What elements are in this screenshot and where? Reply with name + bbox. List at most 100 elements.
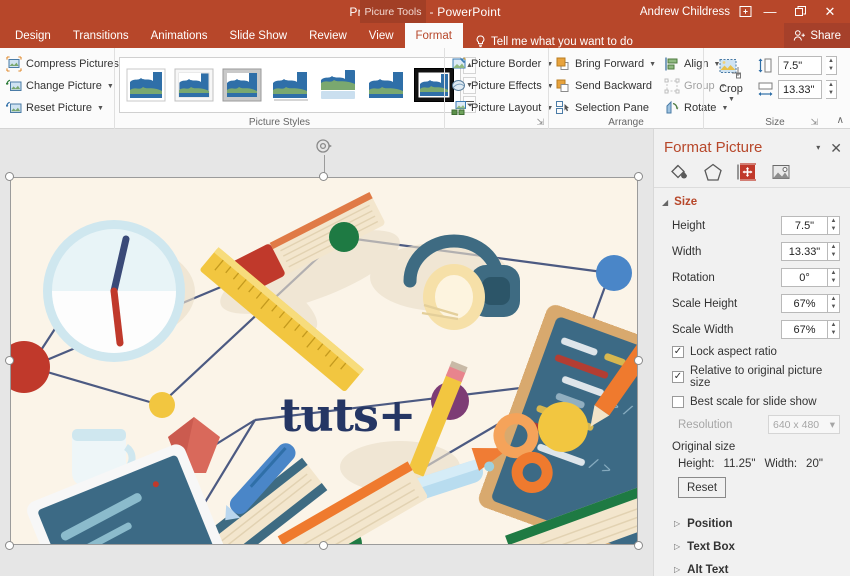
resize-handle-bottom-left[interactable] [5, 541, 14, 550]
best-scale-slideshow-checkbox[interactable] [672, 396, 684, 408]
resize-handle-bottom-right[interactable] [634, 541, 643, 550]
shape-width-input[interactable]: 13.33" [778, 80, 822, 99]
size-section-header[interactable]: ◢ Size [662, 196, 840, 208]
width-stepper[interactable]: ▲▼ [828, 242, 840, 261]
pane-options-dropdown[interactable]: ▾ [816, 143, 820, 152]
tab-design[interactable]: Design [4, 23, 62, 48]
resize-handle-top-center[interactable] [319, 172, 328, 181]
selected-picture-frame[interactable]: >/ /> [10, 177, 638, 545]
compress-pictures-button[interactable]: Compress Pictures [4, 54, 110, 74]
send-backward-label: Send Backward [575, 80, 652, 92]
picture-style-thumb[interactable] [172, 62, 216, 108]
share-person-icon [793, 29, 806, 42]
slide-canvas[interactable]: >/ /> [0, 129, 653, 576]
height-stepper[interactable]: ▲▼ [828, 216, 840, 235]
scale-width-input[interactable]: 67% [781, 320, 828, 339]
collapse-ribbon-button[interactable]: ∧ [837, 115, 844, 126]
text-box-section-header[interactable]: ▷ Text Box [662, 535, 840, 558]
original-width-value: 20" [806, 458, 823, 470]
picture-style-thumb[interactable] [364, 62, 408, 108]
lock-aspect-ratio-checkbox[interactable]: ✓ [672, 346, 684, 358]
ribbon-group-adjust: Compress Pictures Change Picture ▼ Reset… [0, 48, 114, 129]
scale-height-stepper[interactable]: ▲▼ [828, 294, 840, 313]
pane-title: Format Picture [664, 139, 816, 156]
user-account-name[interactable]: Andrew Childress [640, 6, 730, 18]
tab-review[interactable]: Review [298, 23, 358, 48]
chevron-down-icon[interactable]: ▼ [649, 61, 656, 68]
scale-height-input[interactable]: 67% [781, 294, 828, 313]
tab-format[interactable]: Format [405, 23, 463, 48]
height-field-row: Height 7.5" ▲▼ [662, 216, 840, 235]
picture-style-thumb[interactable] [124, 62, 168, 108]
chevron-down-icon[interactable]: ▼ [728, 96, 735, 103]
position-section-header[interactable]: ▷ Position [662, 512, 840, 535]
size-dialog-launcher[interactable]: ⇲ [810, 117, 818, 128]
group-icon [664, 78, 680, 94]
resolution-row: Resolution 640 x 480 ▾ [662, 415, 840, 434]
width-input[interactable]: 13.33" [781, 242, 828, 261]
picture-style-thumb[interactable] [268, 62, 312, 108]
picture-styles-dialog-launcher[interactable]: ⇲ [536, 117, 544, 128]
picture-style-thumb[interactable] [220, 62, 264, 108]
scale-width-stepper[interactable]: ▲▼ [828, 320, 840, 339]
shape-height-stepper[interactable]: ▲▼ [826, 56, 837, 75]
pane-close-button[interactable]: ✕ [830, 142, 842, 154]
send-backward-button[interactable]: Send Backward [553, 76, 660, 96]
relative-original-size-label: Relative to original picture size [690, 365, 840, 389]
share-button[interactable]: Share [784, 23, 850, 48]
text-box-section-title: Text Box [687, 541, 735, 553]
lock-aspect-ratio-row[interactable]: ✓ Lock aspect ratio [662, 346, 840, 358]
rotation-input[interactable]: 0° [781, 268, 828, 287]
bring-forward-button[interactable]: Bring Forward ▼ [553, 54, 660, 74]
chevron-down-icon[interactable]: ▼ [97, 105, 104, 112]
reset-picture-button[interactable]: Reset Picture ▼ [4, 98, 110, 118]
picture-styles-gallery[interactable] [119, 57, 461, 113]
slide-picture[interactable]: >/ /> [10, 177, 638, 545]
resize-handle-bottom-center[interactable] [319, 541, 328, 550]
relative-original-size-checkbox[interactable]: ✓ [672, 371, 684, 383]
shape-height-icon [757, 57, 774, 74]
height-input[interactable]: 7.5" [781, 216, 828, 235]
picture-effects-button[interactable]: Picture Effects ▼ [449, 76, 544, 96]
resize-handle-middle-left[interactable] [5, 356, 14, 365]
tab-transitions[interactable]: Transitions [62, 23, 140, 48]
alt-text-section-header[interactable]: ▷ Alt Text [662, 558, 840, 576]
tab-view[interactable]: View [358, 23, 405, 48]
picture-layout-button[interactable]: Picture Layout ▼ [449, 98, 544, 118]
close-button[interactable]: ✕ [816, 0, 844, 23]
shape-width-stepper[interactable]: ▲▼ [826, 80, 837, 99]
resize-handle-middle-right[interactable] [634, 356, 643, 365]
resize-handle-top-left[interactable] [5, 172, 14, 181]
change-picture-button[interactable]: Change Picture ▼ [4, 76, 110, 96]
original-height-label: Height: [678, 458, 714, 470]
account-switch-icon[interactable] [736, 0, 754, 23]
picture-style-thumb[interactable] [316, 62, 360, 108]
tab-animations[interactable]: Animations [140, 23, 219, 48]
relative-original-size-row[interactable]: ✓ Relative to original picture size [662, 365, 840, 389]
effects-icon[interactable] [702, 162, 724, 182]
ribbon-group-picture-styles: ▲ ▼ Picture Styles [114, 48, 444, 129]
fill-line-icon[interactable] [668, 162, 690, 182]
resize-handle-top-right[interactable] [634, 172, 643, 181]
best-scale-slideshow-row[interactable]: Best scale for slide show [662, 396, 840, 408]
rotate-handle-icon[interactable] [315, 137, 333, 155]
size-properties-icon[interactable] [736, 162, 758, 182]
chevron-down-icon: ▾ [830, 419, 835, 431]
chevron-down-icon[interactable]: ▼ [107, 83, 114, 90]
minimize-button[interactable]: — [756, 0, 784, 23]
restore-button[interactable] [786, 0, 814, 23]
reset-button[interactable]: Reset [678, 477, 726, 498]
picture-border-icon [451, 56, 467, 72]
selection-pane-button[interactable]: Selection Pane [553, 98, 660, 118]
tab-slide-show[interactable]: Slide Show [219, 23, 299, 48]
send-backward-icon [555, 78, 571, 94]
picture-icon[interactable] [770, 162, 792, 182]
triangle-closed-icon: ▷ [674, 519, 680, 528]
tell-me-search[interactable]: Tell me what you want to do [463, 35, 633, 48]
crop-button[interactable]: Crop ▼ [708, 56, 754, 103]
picture-border-button[interactable]: Picture Border ▼ [449, 54, 544, 74]
shape-height-input[interactable]: 7.5" [778, 56, 822, 75]
compress-pictures-label: Compress Pictures [26, 58, 119, 70]
resolution-label: Resolution [678, 419, 768, 431]
rotation-stepper[interactable]: ▲▼ [828, 268, 840, 287]
